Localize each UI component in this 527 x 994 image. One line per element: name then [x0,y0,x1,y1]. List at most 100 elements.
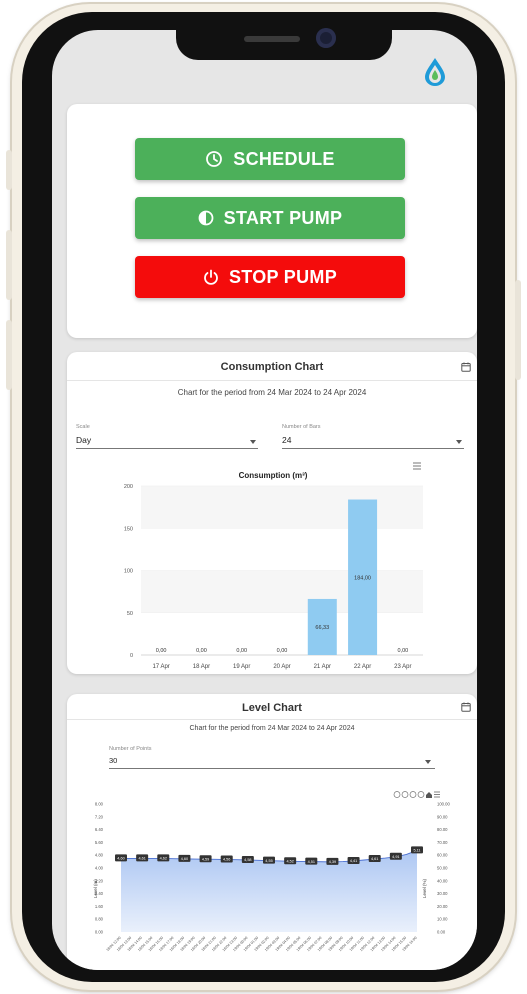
level-card-title: Level Chart [242,702,302,714]
y2-tick-label: 50.00 [437,866,448,871]
side-button [6,230,12,300]
point-label: 4,61 [371,857,378,861]
point-label: 4,39 [329,860,336,864]
y2-axis-label: Level (%) [422,878,427,898]
points-select-underline [109,768,435,769]
y2-tick-label: 30.00 [437,891,448,896]
schedule-button[interactable]: SCHEDULE [135,138,405,180]
divider [67,719,477,720]
x-tick-label: 23 Apr [394,664,411,670]
bars-select-value[interactable]: 24 [282,435,291,445]
level-area-chart: 0.00 0.000.80 10.001.60 20.002.40 30.003.20 4… [93,791,450,952]
y-tick-label: 0.80 [95,917,104,922]
y-tick-label: 150 [124,526,133,532]
point-label: 4,58 [244,858,251,862]
y2-tick-label: 60.00 [437,853,448,858]
data-label: 0,00 [196,648,207,654]
y2-tick-label: 70.00 [437,840,448,845]
x-tick-label: 19 Apr [233,664,250,670]
calendar-icon[interactable] [461,362,471,372]
home-icon[interactable] [426,792,432,798]
toolbar-icon-shape [409,791,417,798]
data-label: 66,33 [315,625,329,631]
y2-tick-label: 20.00 [437,904,448,909]
level-chart-card: Level Chart Chart for the period from 24… [67,694,477,970]
x-tick-label: 18 Apr [193,664,210,670]
point-label: 4,60 [181,857,188,861]
side-button [515,280,521,380]
point-label: 4,60 [117,857,124,861]
y-tick-label: 0 [130,653,133,659]
y-tick-label: 1.60 [95,904,104,909]
y-tick-label: 200 [124,484,133,490]
consumption-chart-card: Consumption Chart Chart for the period f… [67,352,477,674]
point-label: 4,91 [392,855,399,859]
data-label: 184,00 [354,575,371,581]
point-label: 4,61 [138,857,145,861]
x-tick-label: 17 Apr [152,664,169,670]
y-axis-label: Level (m) [93,879,98,898]
point-label: 4,62 [160,857,167,861]
point-label: 4,51 [308,860,315,864]
point-label: 4,55 [265,859,272,863]
stop-pump-button[interactable]: STOP PUMP [135,256,405,298]
chart-toolbar [393,791,440,798]
pan-icon[interactable] [417,791,425,798]
schedule-label: SCHEDULE [233,148,335,169]
menu-icon[interactable] [434,791,440,798]
point-label: 4,56 [223,858,230,862]
home-icon-shape [426,792,432,798]
start-pump-label: START PUMP [223,207,343,228]
app-screen: SCHEDULE START PUMP STOP PUMP Consumptio… [52,30,477,970]
side-button [6,150,12,190]
y2-tick-label: 90.00 [437,814,448,819]
toolbar-icon-shape [417,791,425,798]
zoom-in-icon[interactable] [393,791,401,798]
points-label: Number of Points [109,746,152,752]
consumption-bar-chart: Consumption (m³) 0 50 100 150 200 0,00 17 Apr 0,… [124,462,423,670]
grid-band [141,486,423,529]
y-tick-label: 0.00 [95,930,104,935]
magnify-icon[interactable] [409,791,417,798]
y-tick-label: 5.60 [95,840,104,845]
x-tick-label: 22 Apr [354,664,371,670]
level-period-text: Chart for the period from 24 Mar 2024 to… [189,725,355,732]
y-tick-label: 100 [124,569,133,575]
y2-tick-label: 10.00 [437,917,448,922]
data-label: 0,00 [397,648,408,654]
stop-pump-label: STOP PUMP [228,266,338,287]
y-tick-label: 4.00 [95,866,104,871]
toolbar-icon-shape [401,791,409,798]
y-tick-label: 8.00 [95,802,104,807]
consumption-card-title: Consumption Chart [220,361,324,373]
data-label: 0,00 [236,648,247,654]
chart-title: Consumption (m³) [239,471,308,480]
chevron-down-icon[interactable] [425,760,431,764]
start-pump-button[interactable]: START PUMP [135,197,405,239]
grid-band [141,570,423,613]
toolbar-icon-shape [393,791,401,798]
y2-tick-label: 0.00 [437,930,446,935]
y-tick-label: 7.20 [95,814,104,819]
point-label: 4,59 [202,857,209,861]
y-tick-label: 4.80 [95,853,104,858]
point-label: 5,11 [413,849,420,853]
data-label: 0,00 [277,648,288,654]
clock-icon [206,151,223,167]
y2-tick-label: 100.00 [437,802,450,807]
zoom-out-icon[interactable] [401,791,409,798]
points-select-value[interactable]: 30 [109,756,117,765]
data-label: 0,00 [156,648,167,654]
menu-icon [413,462,421,470]
point-label: 4,52 [286,859,293,863]
x-tick-label: 21 Apr [314,664,331,670]
scale-select-value[interactable]: Day [76,435,91,445]
calendar-icon[interactable] [461,702,471,712]
chevron-down-icon[interactable] [250,440,256,444]
camera-notch [176,18,392,60]
chevron-down-icon[interactable] [456,440,462,444]
scale-select-underline [76,448,258,449]
side-button [6,320,12,390]
y-tick-label: 6.40 [95,827,104,832]
x-tick-label: 20 Apr [273,664,290,670]
